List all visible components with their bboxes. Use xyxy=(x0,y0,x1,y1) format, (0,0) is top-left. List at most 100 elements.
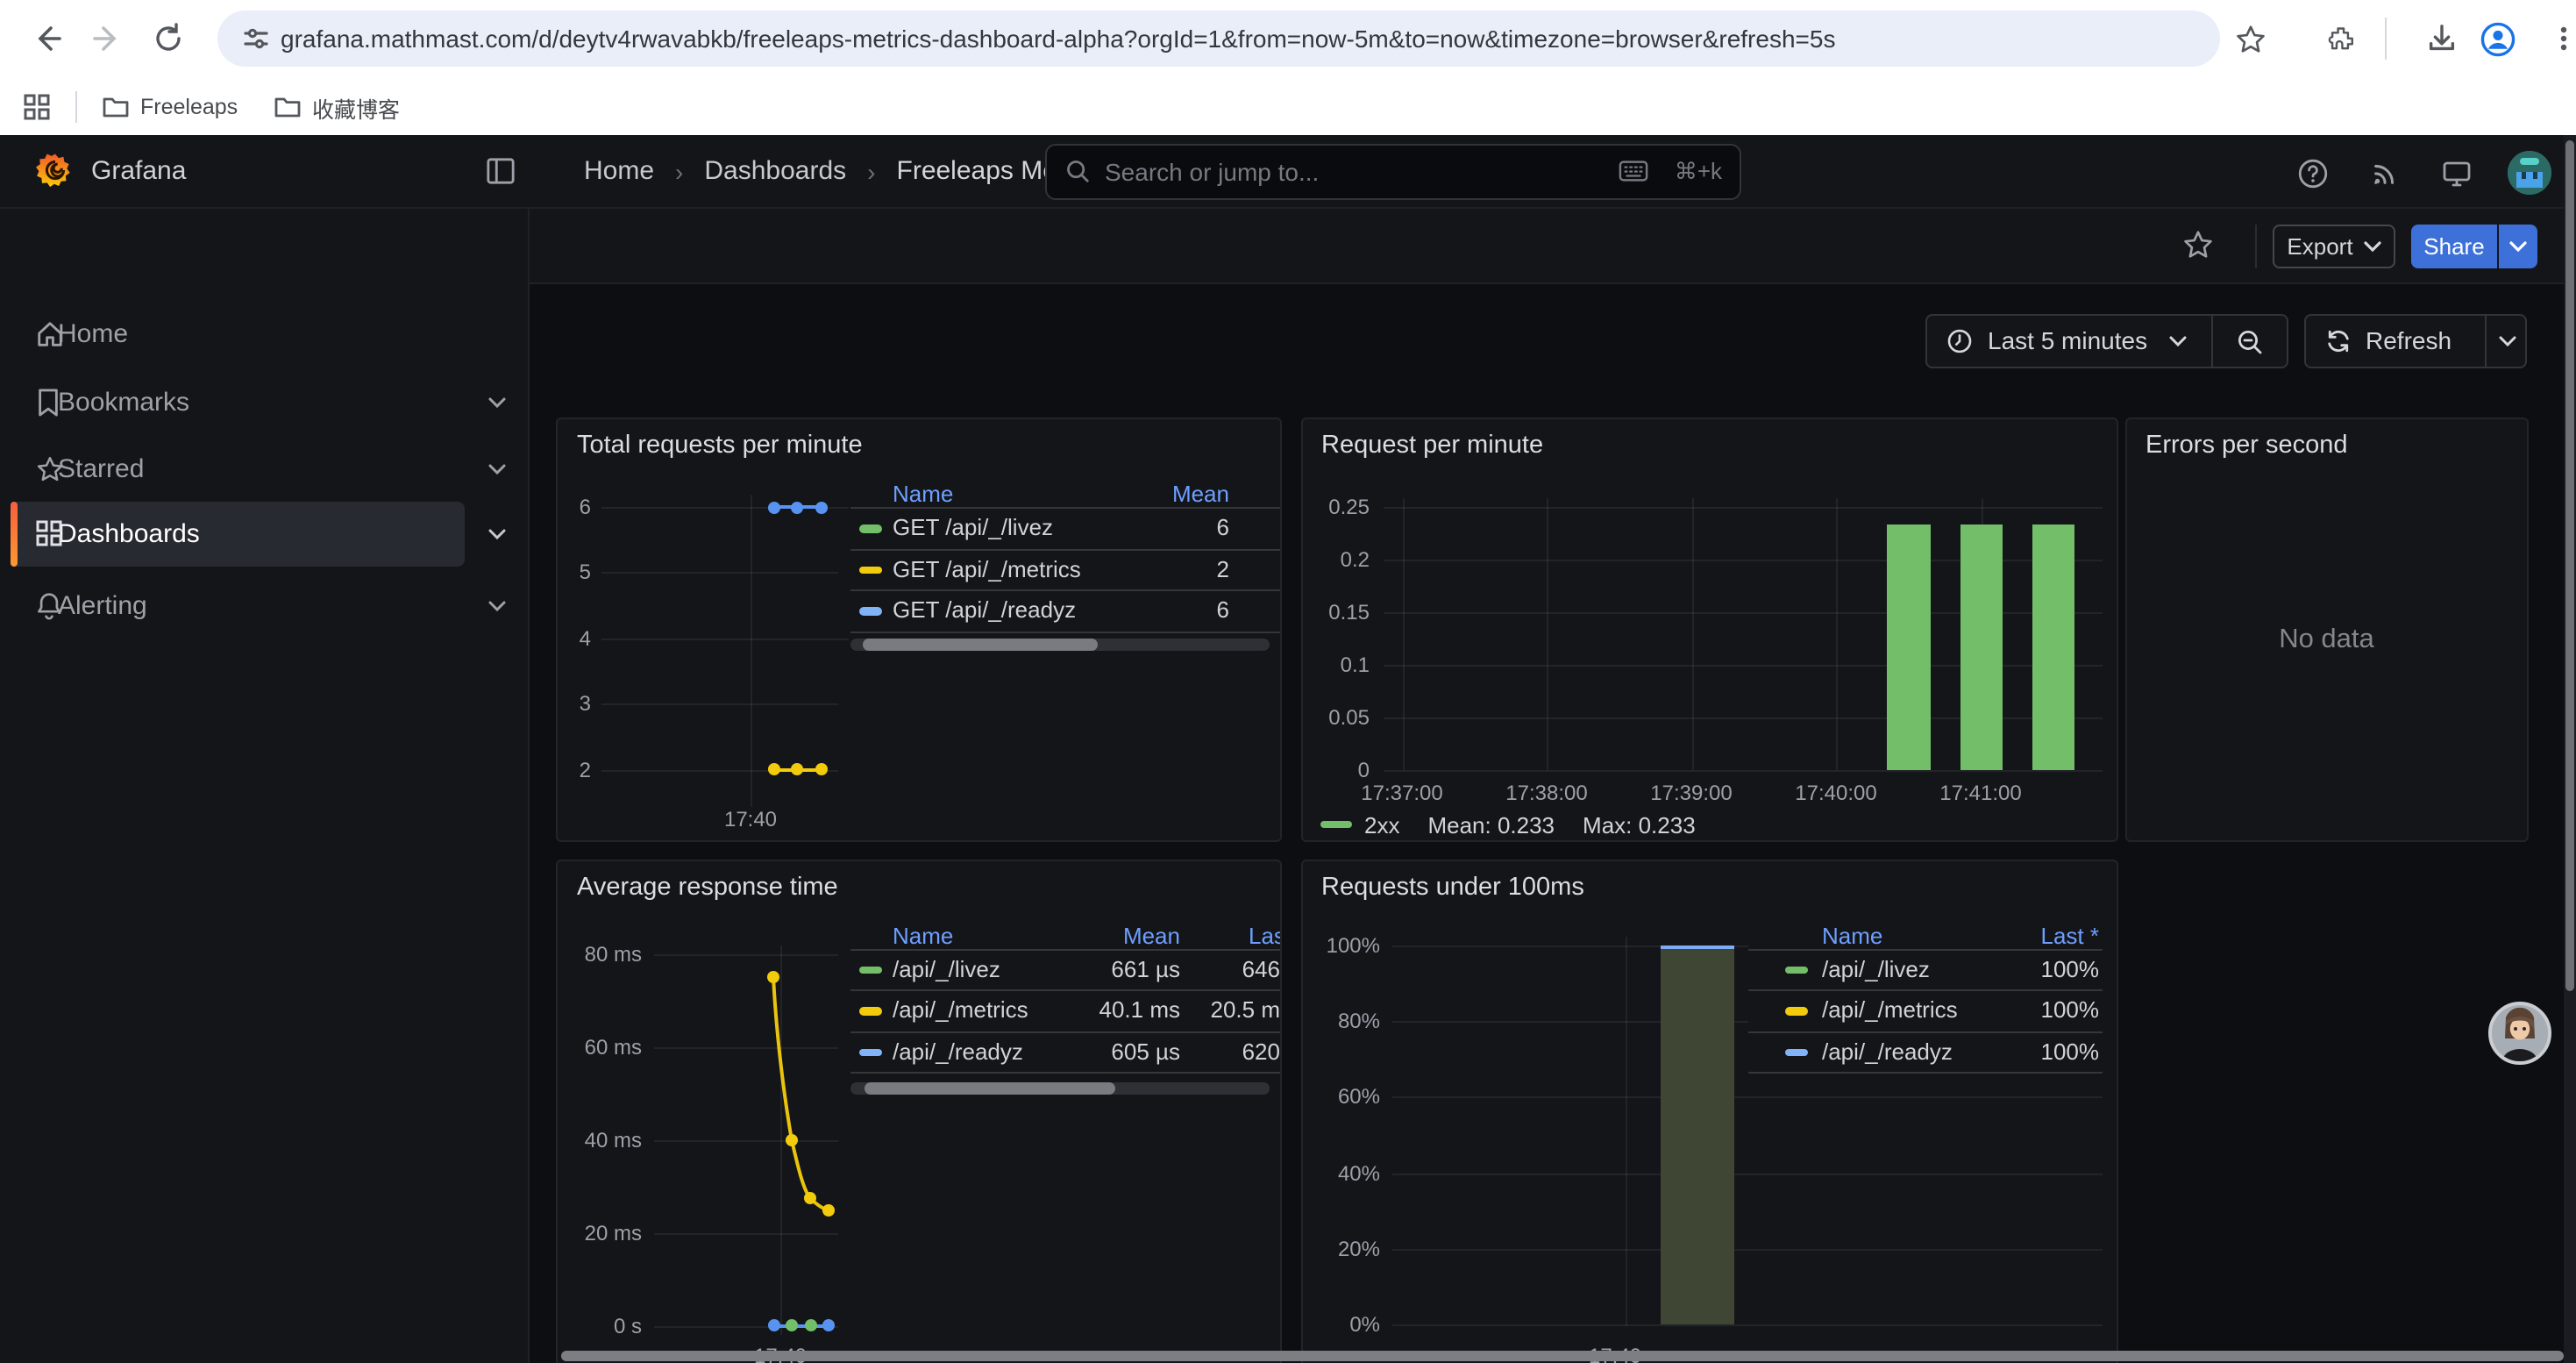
sidebar-item-dashboards[interactable]: Dashboards xyxy=(11,501,465,566)
favorite-star-icon[interactable] xyxy=(2181,227,2215,260)
sidebar-item-label: Starred xyxy=(58,454,144,484)
series-swatch[interactable] xyxy=(1785,1048,1808,1056)
series-swatch[interactable] xyxy=(859,607,882,615)
legend-series-name[interactable]: /api/_/livez xyxy=(1822,955,1930,981)
series-swatch[interactable] xyxy=(1785,1007,1808,1015)
series-swatch[interactable] xyxy=(1320,821,1352,829)
legend-scrollbar-thumb[interactable] xyxy=(865,1081,1115,1094)
user-avatar[interactable] xyxy=(2508,150,2551,194)
grafana-logo[interactable] xyxy=(35,151,75,191)
table-separator xyxy=(850,631,1280,632)
bookmark-star-icon[interactable] xyxy=(2229,18,2271,60)
export-button[interactable]: Export xyxy=(2273,224,2395,268)
share-menu-button[interactable] xyxy=(2499,224,2537,268)
legend-series-name[interactable]: 2xx xyxy=(1364,811,1399,838)
assistant-avatar[interactable] xyxy=(2488,1002,2551,1065)
extensions-icon[interactable] xyxy=(2320,18,2362,60)
sidebar-toggle-icon[interactable] xyxy=(486,156,516,186)
dashboard-canvas: Last 5 minutes Refresh xyxy=(531,285,2576,1363)
gridline xyxy=(1625,936,1626,1325)
y-tick: 0.2 xyxy=(1302,547,1370,572)
gridline xyxy=(1392,1325,2103,1327)
breadcrumb-home[interactable]: Home xyxy=(584,157,654,187)
legend-header-last[interactable]: Last * xyxy=(1249,922,1280,948)
apps-grid-icon[interactable] xyxy=(16,86,58,128)
legend-scrollbar[interactable] xyxy=(850,1081,1270,1094)
sidebar-item-alerting[interactable]: Alerting xyxy=(11,575,465,635)
legend-series-name[interactable]: GET /api/_/readyz xyxy=(893,596,1076,623)
rss-icon[interactable] xyxy=(2369,157,2401,189)
vertical-scrollbar-thumb[interactable] xyxy=(2565,140,2574,991)
breadcrumb-dashboards[interactable]: Dashboards xyxy=(704,157,846,187)
chevron-down-icon[interactable] xyxy=(487,396,507,408)
panel-total-requests[interactable]: Total requests per minute 6 5 4 3 2 17:4… xyxy=(556,417,1282,841)
panel-avg-response-time[interactable]: Average response time 80 ms 60 ms 40 ms … xyxy=(556,859,1282,1363)
legend-header-mean[interactable]: Mean xyxy=(1026,922,1180,948)
sidebar-item-starred[interactable]: Starred xyxy=(11,439,465,499)
legend-header-mean[interactable]: Mean xyxy=(1061,481,1229,507)
reload-icon[interactable] xyxy=(147,18,189,60)
bookmark-folder-freeleaps[interactable]: Freeleaps xyxy=(102,86,238,128)
horizontal-scrollbar[interactable] xyxy=(561,1351,2564,1360)
monitor-icon[interactable] xyxy=(2441,157,2473,189)
forward-icon[interactable] xyxy=(86,18,128,60)
legend-header-name[interactable]: Name xyxy=(893,481,953,507)
legend-series-name[interactable]: /api/_/livez xyxy=(893,955,1000,981)
help-icon[interactable] xyxy=(2297,157,2329,189)
legend-scrollbar[interactable] xyxy=(850,638,1270,650)
panel-errors-per-second[interactable]: Errors per second No data xyxy=(2124,417,2529,841)
url-text[interactable]: grafana.mathmast.com/d/deytv4rwavabkb/fr… xyxy=(281,11,2192,67)
panel-request-per-minute[interactable]: Request per minute 0.25 0.2 0.15 0.1 0.0… xyxy=(1300,417,2118,841)
chevron-down-icon[interactable] xyxy=(487,599,507,611)
time-range-picker[interactable]: Last 5 minutes xyxy=(1925,313,2288,368)
series-swatch[interactable] xyxy=(859,566,882,574)
zoom-out-icon[interactable] xyxy=(2235,327,2263,355)
refresh-label: Refresh xyxy=(2366,326,2451,354)
legend-series-name[interactable]: /api/_/metrics xyxy=(1822,996,1958,1023)
series-swatch[interactable] xyxy=(1785,966,1808,974)
brand-label[interactable]: Grafana xyxy=(91,156,186,186)
address-bar[interactable]: grafana.mathmast.com/d/deytv4rwavabkb/fr… xyxy=(217,11,2220,67)
sidebar-item-home[interactable]: Home xyxy=(11,304,465,364)
gridline xyxy=(1392,1173,2103,1174)
profile-icon[interactable] xyxy=(2476,18,2518,60)
site-settings-icon[interactable] xyxy=(235,18,277,60)
chevron-down-icon[interactable] xyxy=(487,463,507,475)
chevron-down-icon[interactable] xyxy=(487,527,507,539)
y-tick: 20 ms xyxy=(558,1220,642,1245)
share-button[interactable]: Share xyxy=(2411,224,2497,268)
download-icon[interactable] xyxy=(2420,18,2462,60)
back-icon[interactable] xyxy=(26,18,68,60)
table-separator xyxy=(850,1072,1280,1074)
search-input[interactable]: Search or jump to... ⌘+k xyxy=(1045,143,1741,199)
folder-icon xyxy=(102,95,130,119)
legend-scrollbar-thumb[interactable] xyxy=(863,638,1098,650)
refresh-button[interactable]: Refresh xyxy=(2304,313,2526,368)
legend-header-name[interactable]: Name xyxy=(1822,922,1882,948)
gridline xyxy=(654,953,838,955)
legend-series-name[interactable]: /api/_/readyz xyxy=(1822,1038,1953,1064)
series-swatch[interactable] xyxy=(859,1007,882,1015)
legend-series-name[interactable]: /api/_/metrics xyxy=(893,996,1028,1023)
panel-title: Average response time xyxy=(577,873,838,901)
series-swatch[interactable] xyxy=(859,966,882,974)
refresh-icon xyxy=(2325,327,2352,353)
legend-header-name[interactable]: Name xyxy=(893,922,953,948)
legend-header-last[interactable]: Last * xyxy=(1958,922,2099,948)
sidebar-item-bookmarks[interactable]: Bookmarks xyxy=(11,372,465,432)
toolbar-separator xyxy=(2385,18,2387,60)
y-tick: 60 ms xyxy=(558,1034,642,1059)
legend-series-name[interactable]: /api/_/readyz xyxy=(893,1038,1023,1064)
legend-series-name[interactable]: GET /api/_/livez xyxy=(893,514,1053,540)
panel-requests-under-100ms[interactable]: Requests under 100ms 100% 80% 60% 40% 20… xyxy=(1300,859,2118,1363)
legend-series-name[interactable]: GET /api/_/metrics xyxy=(893,555,1081,582)
series-swatch[interactable] xyxy=(859,1048,882,1056)
chevron-down-icon xyxy=(2509,239,2527,252)
gridline xyxy=(1392,1249,2103,1251)
x-tick: 17:38:00 xyxy=(1485,781,1608,805)
series-swatch[interactable] xyxy=(859,525,882,532)
bookmark-folder-blogs[interactable]: 收藏博客 xyxy=(274,86,400,128)
vertical-scrollbar[interactable] xyxy=(2564,135,2576,1363)
browser-menu-icon[interactable] xyxy=(2543,18,2576,60)
table-separator xyxy=(850,989,1280,991)
